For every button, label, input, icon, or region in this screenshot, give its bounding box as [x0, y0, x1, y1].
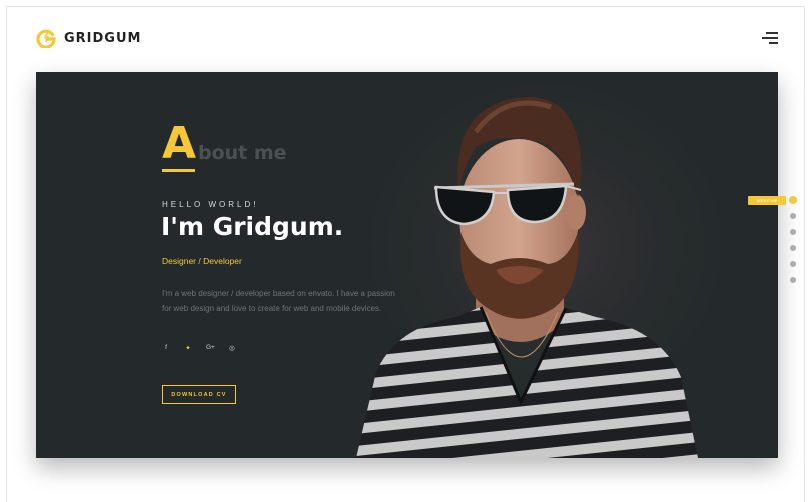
- person-role: Designer / Developer: [162, 256, 242, 266]
- facebook-icon[interactable]: f: [162, 344, 170, 352]
- section-dot-6[interactable]: [790, 277, 796, 283]
- person-name: I'm Gridgum.: [161, 212, 344, 241]
- section-dot-1[interactable]: [789, 196, 797, 204]
- logo[interactable]: GRIDGUM: [36, 28, 141, 48]
- brand-name: GRIDGUM: [64, 30, 142, 46]
- gridgum-logo-icon: [36, 29, 56, 48]
- heading-initial: A: [162, 118, 197, 169]
- hamburger-menu-icon[interactable]: [762, 32, 778, 46]
- dribbble-icon[interactable]: ◎: [228, 344, 236, 352]
- portrait-image: [336, 72, 756, 458]
- twitter-icon[interactable]: ✦: [184, 344, 192, 352]
- section-tooltip: ABOUT ME: [748, 196, 786, 205]
- section-heading: A bout me: [162, 118, 287, 172]
- section-dot-2[interactable]: [790, 213, 796, 219]
- heading-underline: [162, 169, 195, 172]
- bio-text: I'm a web designer / developer based on …: [162, 289, 395, 313]
- section-dot-4[interactable]: [790, 245, 796, 251]
- section-dot-5[interactable]: [790, 261, 796, 267]
- about-section: A bout me HELLO WORLD! I'm Gridgum. Desi…: [36, 72, 778, 458]
- section-dot-3[interactable]: [790, 229, 796, 235]
- download-cv-button[interactable]: DOWNLOAD CV: [162, 385, 236, 404]
- greeting: HELLO WORLD!: [162, 200, 259, 209]
- heading-rest: bout me: [198, 142, 287, 164]
- social-links: f ✦ G+ ◎: [162, 344, 236, 352]
- google-plus-icon[interactable]: G+: [206, 344, 215, 352]
